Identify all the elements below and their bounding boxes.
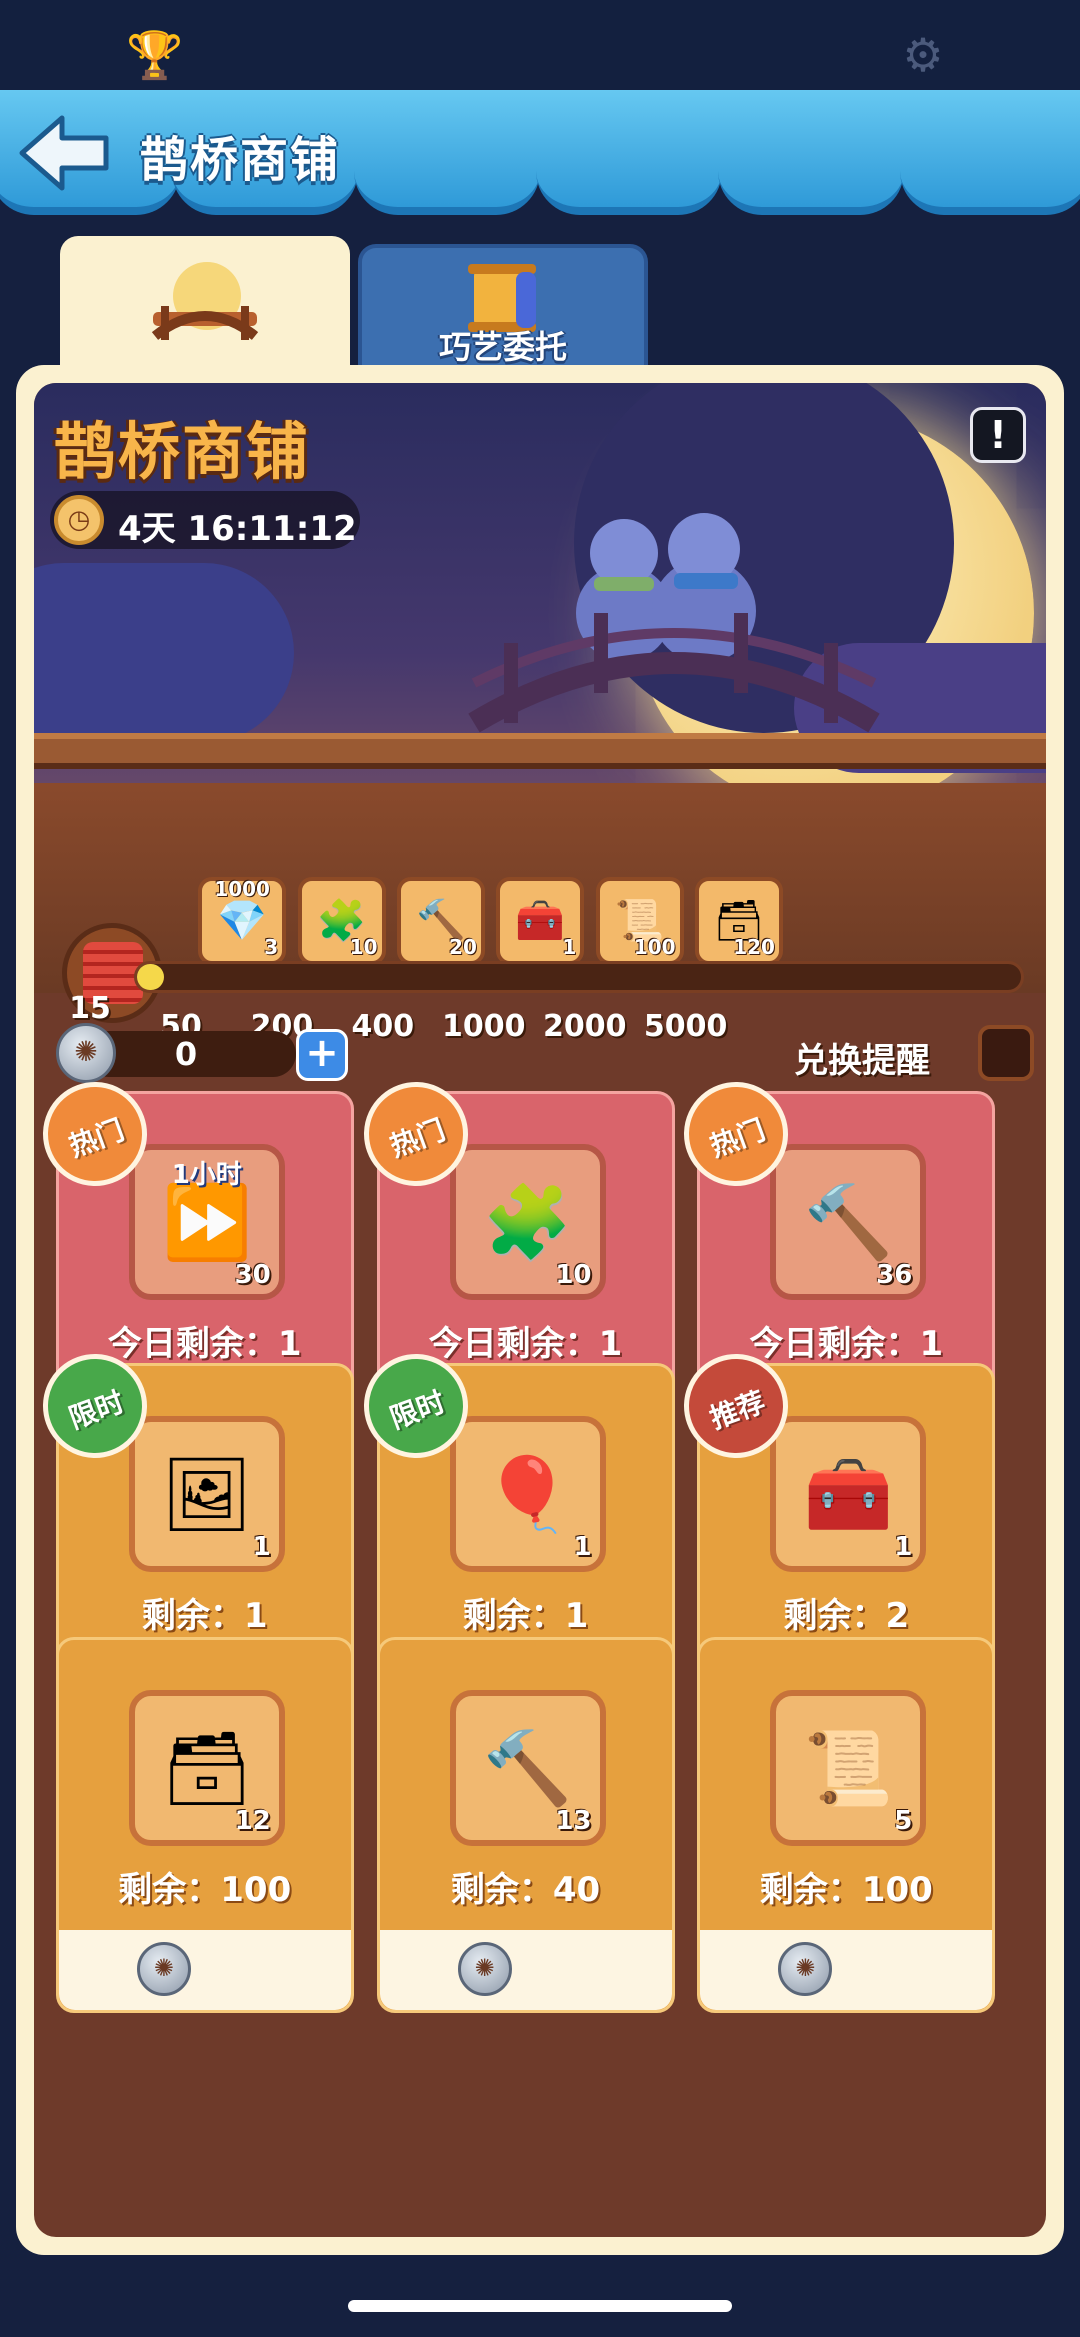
puzzle-piece-icon: 🧩 (482, 1180, 573, 1264)
speedup-icon: ⏩ (161, 1180, 252, 1264)
price-bar[interactable]: ✺ (58, 1930, 351, 2010)
product-badge-label: 热门 (64, 1113, 129, 1164)
product-duration: 1小时 (171, 1160, 242, 1190)
product-count: 1 (573, 1532, 592, 1562)
product-icon-frame: 📜 5 (770, 1690, 927, 1846)
gear-icon[interactable]: ⚙ (896, 28, 950, 82)
tab-label: 巧艺委托 (438, 328, 567, 366)
currency-value: 0 (174, 1035, 198, 1073)
product-badge-label: 热门 (385, 1113, 450, 1164)
reminder-checkbox[interactable] (978, 1025, 1034, 1081)
treasure-chest-icon: 🧰 (803, 1452, 894, 1536)
reward-count: 3 (264, 935, 279, 959)
header-scallop (354, 90, 540, 215)
product-count: 30 (234, 1260, 271, 1290)
product-remaining: 剩余：100 (759, 1870, 933, 1910)
reward-card[interactable]: 🧩 10 (297, 877, 386, 965)
product-count: 36 (876, 1260, 913, 1290)
product-icon-frame: 🧰 1 (770, 1416, 927, 1572)
tab-magpie-shop[interactable] (60, 236, 350, 386)
product-remaining: 剩余：1 (141, 1596, 268, 1636)
shell-coin-icon: ✺ (778, 1942, 833, 1996)
product-icon-frame: 🖼 1 (128, 1416, 285, 1572)
currency-display: ✺ 0 + (56, 1023, 348, 1083)
countdown-timer: ◷ 4天 16:11:12 (50, 491, 360, 549)
reward-count: 10 (349, 935, 378, 959)
product-icon-frame: 🔨 36 (770, 1144, 927, 1300)
info-button[interactable]: ! (970, 407, 1026, 463)
trophy-icon[interactable]: 🏆 (126, 28, 183, 82)
shop-panel-inner: 鹊桥商铺 ◷ 4天 16:11:12 ! 💎 1000 3 🧩 10 🔨 20 🧰 1 📜 100 🗃… (34, 383, 1046, 2237)
reward-card[interactable]: 🔨 20 (396, 877, 485, 965)
shop-title: 鹊桥商铺 (54, 415, 311, 488)
reward-count: 100 (633, 935, 676, 959)
reward-card[interactable]: 🗃 120 (694, 877, 783, 965)
product-remaining: 剩余：100 (118, 1870, 292, 1910)
product-card[interactable]: 🔨 13 剩余：40 ✺ (376, 1637, 675, 2013)
silver-chest-icon: 🗃 (161, 1726, 253, 1810)
product-icon-frame: 🎈 1 (449, 1416, 606, 1572)
hammer-stone-icon: 🔨 (482, 1726, 573, 1810)
reward-count: 20 (449, 935, 477, 959)
product-icon-frame: ⏩ 1小时 30 (128, 1144, 285, 1300)
scroll-icon: 📜 (803, 1726, 894, 1810)
reward-card[interactable]: 🧰 1 (496, 877, 585, 965)
shop-panel: 鹊桥商铺 ◷ 4天 16:11:12 ! 💎 1000 3 🧩 10 🔨 20 🧰 1 📜 100 🗃… (16, 365, 1064, 2255)
product-badge-label: 推荐 (705, 1385, 770, 1436)
product-count: 13 (555, 1806, 592, 1836)
product-remaining: 剩余：1 (462, 1596, 589, 1636)
shell-coin-icon: ✺ (136, 1942, 191, 1996)
back-arrow-icon[interactable] (14, 108, 114, 198)
page-title: 鹊桥商铺 (140, 132, 341, 188)
product-count: 1 (894, 1532, 913, 1562)
product-badge-label: 限时 (64, 1385, 129, 1436)
product-card[interactable]: 🗃 12 剩余：100 ✺ (55, 1637, 354, 2013)
product-badge-label: 限时 (385, 1385, 450, 1436)
reward-card[interactable]: 📜 100 (595, 877, 684, 965)
home-indicator[interactable] (348, 2300, 732, 2312)
bridge-icon (468, 613, 880, 733)
price-bar[interactable]: ✺ (700, 1930, 993, 2010)
add-currency-button[interactable]: + (296, 1029, 348, 1081)
progress-bar (134, 961, 1024, 993)
tab-craft-commission[interactable]: 巧艺委托 (358, 244, 648, 372)
product-icon-frame: 🗃 12 (128, 1690, 285, 1846)
progress-fill (137, 964, 164, 990)
screen: 🏆 ⚙ 鹊桥商铺 巧艺委托 鹊桥商铺 ◷ 4天 16:11:12 ! 💎 100… (0, 0, 1080, 2337)
milestone-label: 5000 (643, 1009, 728, 1044)
shell-coin-icon: ✺ (457, 1942, 512, 1996)
hammer-stone-icon: 🔨 (803, 1180, 894, 1264)
reward-card[interactable]: 💎 1000 3 (198, 877, 287, 965)
progress-current: 15 (69, 991, 111, 1026)
header-scallop (900, 90, 1080, 215)
product-count: 5 (894, 1806, 913, 1836)
product-remaining: 剩余：2 (783, 1596, 910, 1636)
product-icon-frame: 🔨 13 (449, 1690, 606, 1846)
header-scallop (536, 90, 722, 215)
product-count: 10 (555, 1260, 592, 1290)
header: 鹊桥商铺 (0, 90, 1080, 220)
reward-count: 1 (562, 935, 577, 959)
product-remaining: 剩余：40 (450, 1870, 601, 1910)
heart-balloon-stage-icon: 🎈 (482, 1452, 573, 1536)
bridge-rail (34, 733, 1046, 769)
product-badge-label: 热门 (705, 1113, 770, 1164)
top-bar: 🏆 ⚙ (0, 0, 1080, 92)
product-count: 12 (234, 1806, 271, 1836)
product-count: 1 (252, 1532, 271, 1562)
reward-top-number: 1000 (214, 877, 270, 901)
product-icon-frame: 🧩 10 (449, 1144, 606, 1300)
avatar-frame-icon: 🖼 (161, 1452, 253, 1536)
clock-icon: ◷ (54, 495, 104, 545)
bridge-moon-icon (151, 262, 259, 340)
cloud (34, 563, 294, 743)
header-scallop (718, 90, 904, 215)
timer-text: 4天 16:11:12 (118, 509, 357, 549)
reminder-label: 兑换提醒 (794, 1041, 930, 1081)
product-card[interactable]: 📜 5 剩余：100 ✺ (697, 1637, 996, 2013)
price-bar[interactable]: ✺ (379, 1930, 672, 2010)
reward-count: 120 (733, 935, 775, 959)
